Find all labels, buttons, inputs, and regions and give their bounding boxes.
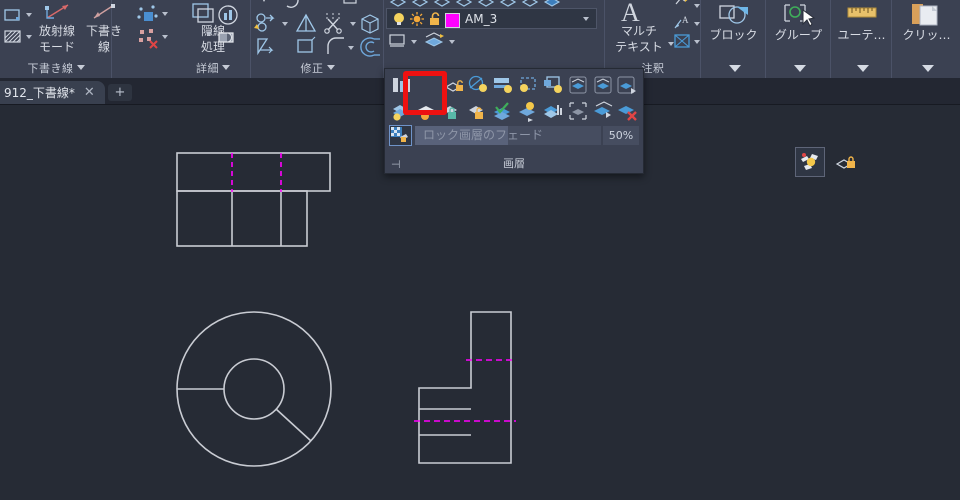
isolate-layer-icon[interactable] xyxy=(799,151,821,173)
layer-viewport-icon[interactable] xyxy=(567,100,589,122)
layer-transparency-icon[interactable] xyxy=(517,100,539,122)
chevron-down-icon[interactable] xyxy=(856,65,869,72)
chevron-down-icon[interactable] xyxy=(694,40,700,44)
trim-scissors-icon[interactable] xyxy=(322,10,348,38)
chevron-down-icon[interactable] xyxy=(694,4,700,8)
chevron-down-icon[interactable] xyxy=(162,12,168,16)
highlight-annotation-box xyxy=(403,71,447,115)
chevron-down-icon[interactable] xyxy=(449,40,455,44)
layer-unlock-icon[interactable] xyxy=(467,100,489,122)
ribbon-panel-title: 下書き線 xyxy=(0,60,112,76)
layer-state-icon[interactable] xyxy=(616,74,638,96)
set-current-layer-icon[interactable] xyxy=(517,74,539,96)
ribbon-button-label: マルチ xyxy=(620,24,657,38)
chevron-down-icon[interactable] xyxy=(411,40,417,44)
ribbon-panel-draft-line: 放射線 モード 下書き 線 下書き線 xyxy=(0,0,122,78)
new-tab-button[interactable]: + xyxy=(108,84,132,101)
ribbon-panel-group[interactable]: グループ xyxy=(767,0,831,78)
l-shape-center-lines xyxy=(414,359,516,422)
autocad-window: 放射線 モード 下書き 線 下書き線 隠線 処理 詳細 修正 AM_3 A マル… xyxy=(0,0,960,500)
l-shape-profile xyxy=(418,311,512,464)
current-layer-name: AM_3 xyxy=(465,12,498,26)
scale-icon[interactable] xyxy=(254,36,280,62)
layer-copy-icon[interactable] xyxy=(592,100,614,122)
layer-isolate-fade-icon[interactable] xyxy=(542,100,564,122)
locked-layer-fade-slider[interactable]: ロック画層のフェード 50% xyxy=(389,124,639,146)
section-solid-icon[interactable] xyxy=(216,27,240,51)
ribbon-panel-modify: 修正 xyxy=(252,0,384,78)
box-3d-icon[interactable] xyxy=(358,12,382,38)
chevron-down-icon[interactable] xyxy=(222,65,230,70)
sun-freeze-icon[interactable] xyxy=(409,11,425,31)
chevron-down-icon[interactable] xyxy=(26,13,32,17)
document-tab[interactable]: 912_下書線* ✕ xyxy=(0,81,105,104)
hatch-icon[interactable] xyxy=(2,28,24,50)
lock-layer-icon[interactable] xyxy=(835,151,857,173)
ribbon-panel-label: ユーテ… xyxy=(837,28,886,42)
ribbon-panel-title: 詳細 xyxy=(176,60,250,76)
ribbon-panel-utilities[interactable]: ユーテ… xyxy=(832,0,892,78)
layer-freeze-icon[interactable] xyxy=(492,74,514,96)
ribbon-button-label: テキスト xyxy=(615,40,663,54)
ribbon-panel-label: グループ xyxy=(774,28,823,42)
ribbon-panel-block[interactable]: ブロック xyxy=(702,0,766,78)
chevron-down-icon[interactable] xyxy=(76,65,85,70)
chevron-down-icon[interactable] xyxy=(350,22,356,26)
offset-icon[interactable] xyxy=(294,36,320,62)
ribbon-panel-annotation: A マルチ テキスト A 注釈 xyxy=(606,0,701,78)
unlock-icon[interactable] xyxy=(427,11,443,31)
chevron-down-icon[interactable] xyxy=(728,65,741,72)
layer-flyout-title: 画層 xyxy=(503,157,525,170)
ribbon-button-label: 下書き xyxy=(85,24,122,38)
ribbon-button-label: 線 xyxy=(97,40,110,54)
fade-slider-value: 50% xyxy=(603,125,639,145)
layer-delete-icon[interactable] xyxy=(616,100,638,122)
chevron-down-icon[interactable] xyxy=(162,35,168,39)
locked-layer-fade-icon[interactable] xyxy=(389,124,412,146)
ribbon-panel-title: 修正 xyxy=(252,60,383,76)
match-layer-icon[interactable] xyxy=(542,74,564,96)
layer-color-swatch[interactable] xyxy=(445,13,460,28)
top-left-rectangles xyxy=(176,152,331,247)
layer-off-icon[interactable] xyxy=(467,74,489,96)
ribbon-panel-label: クリッ… xyxy=(902,28,951,42)
layer-previous-icon[interactable] xyxy=(567,74,589,96)
layer-merge-icon[interactable] xyxy=(423,31,447,55)
chevron-down-icon[interactable] xyxy=(583,17,589,21)
chevron-down-icon[interactable] xyxy=(921,65,934,72)
ribbon-panel-label: ブロック xyxy=(709,28,758,42)
chevron-down-icon[interactable] xyxy=(326,65,335,70)
svg-text:A: A xyxy=(621,0,640,24)
chevron-down-icon[interactable] xyxy=(694,22,700,26)
layer-walk-icon[interactable] xyxy=(592,74,614,96)
scatter-red-x-icon[interactable] xyxy=(136,27,160,53)
chevron-down-icon[interactable] xyxy=(348,46,354,50)
fillet-arc-icon[interactable] xyxy=(324,36,348,62)
ribbon-panel-clipboard[interactable]: クリッ… xyxy=(893,0,960,78)
lightbulb-on-icon[interactable] xyxy=(391,11,407,31)
top-rect-center-lines xyxy=(231,153,282,192)
svg-text:A: A xyxy=(682,15,689,25)
fade-slider-track[interactable]: ロック画層のフェード xyxy=(415,125,601,145)
layer-selector[interactable]: AM_3 xyxy=(386,8,597,29)
chevron-down-icon[interactable] xyxy=(282,22,288,26)
ribbon-panel-layer: AM_3 xyxy=(385,0,605,78)
layer-on-check-icon[interactable] xyxy=(492,100,514,122)
rectangle-icon[interactable] xyxy=(2,6,24,28)
chevron-down-icon[interactable] xyxy=(206,32,212,36)
mirror-icon[interactable] xyxy=(294,12,320,38)
chevron-down-icon[interactable] xyxy=(793,65,806,72)
layer-properties-icon[interactable] xyxy=(387,32,409,54)
ruler-icon xyxy=(846,4,878,28)
fade-slider-label: ロック画層のフェード xyxy=(423,127,544,142)
donut-circle xyxy=(176,311,332,467)
explode-icon[interactable] xyxy=(356,36,382,62)
move-copy-icon[interactable] xyxy=(254,12,280,38)
document-tab-label: 912_下書線* xyxy=(4,86,75,100)
table-crossed-icon[interactable] xyxy=(672,32,694,54)
close-icon[interactable]: ✕ xyxy=(84,86,95,99)
